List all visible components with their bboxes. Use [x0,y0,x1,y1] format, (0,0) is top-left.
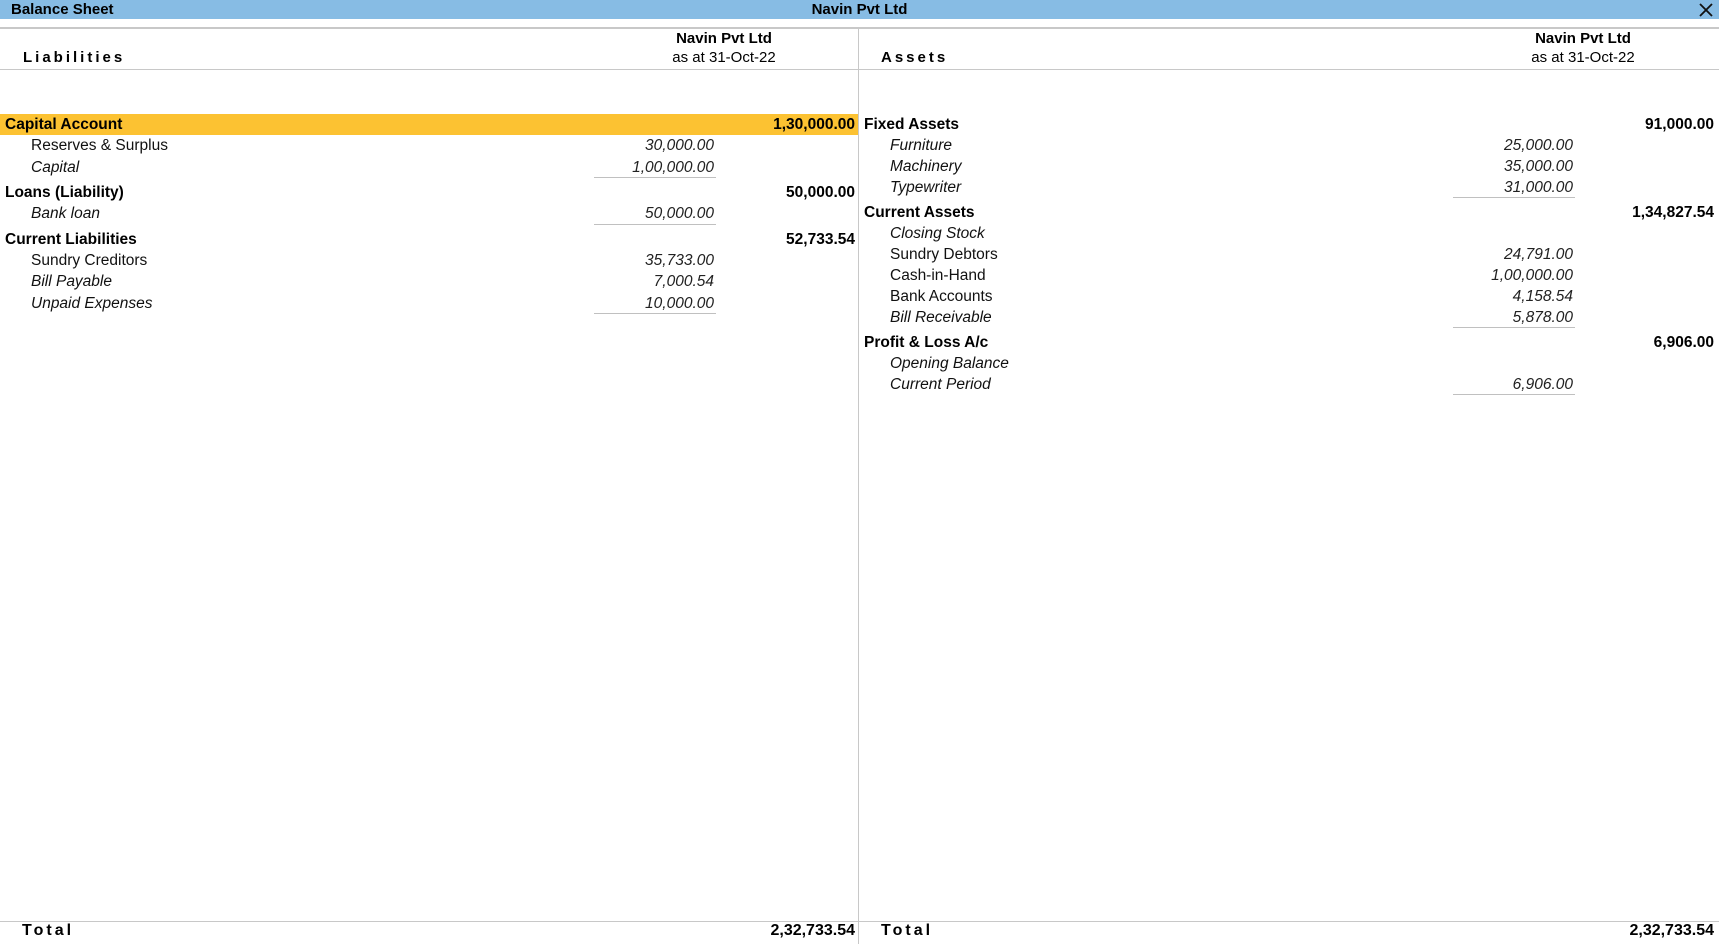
ledger-row[interactable]: Bank loan 50,000.00 [0,203,858,224]
group-total: 52,733.54 [786,230,855,248]
ledger-amount: 1,00,000.00 [1491,267,1573,284]
assets-total-value: 2,32,733.54 [1629,922,1714,939]
ledger-name: Bill Payable [31,273,112,290]
liabilities-total-label: Total [22,922,75,939]
ledger-row[interactable]: Closing Stock [859,223,1719,244]
group-total: 91,000.00 [1645,116,1714,133]
group-row[interactable]: Capital Account 1,30,000.00 [0,114,858,135]
ledger-row[interactable]: Current Period 6,906.00 [859,374,1719,395]
ledger-name: Opening Balance [890,355,1009,372]
ledger-row[interactable]: Cash-in-Hand 1,00,000.00 [859,265,1719,286]
ledger-amount: 35,000.00 [1504,158,1573,175]
liabilities-column-header: Navin Pvt Ltd as at 31-Oct-22 [624,29,824,67]
header-top-divider [0,27,1719,29]
subtotal-underline [1453,197,1575,198]
group-total: 6,906.00 [1653,334,1714,351]
group-name: Fixed Assets [864,116,960,133]
ledger-name: Sundry Creditors [31,251,148,269]
ledger-name: Furniture [890,137,953,154]
liabilities-column-company: Navin Pvt Ltd [676,30,772,47]
liabilities-heading: Liabilities [23,49,126,66]
company-name: Navin Pvt Ltd [811,1,908,18]
group-name: Capital Account [5,116,123,133]
assets-column-header: Navin Pvt Ltd as at 31-Oct-22 [1483,29,1683,67]
group-row[interactable]: Profit & Loss A/c 6,906.00 [859,332,1719,353]
group-name: Profit & Loss A/c [864,334,989,351]
group-row[interactable]: Current Assets 1,34,827.54 [859,202,1719,223]
ledger-name: Machinery [890,158,962,175]
assets-heading: Assets [881,49,949,66]
group-name: Loans (Liability) [5,184,124,201]
ledger-row[interactable]: Bill Receivable 5,878.00 [859,307,1719,328]
header-bottom-divider [0,69,1719,70]
ledger-amount: 1,00,000.00 [632,158,714,176]
ledger-name: Capital [31,158,80,176]
ledger-amount: 6,906.00 [1512,376,1573,393]
ledger-name: Bill Receivable [890,309,992,326]
ledger-name: Current Period [890,376,991,393]
ledger-amount: 25,000.00 [1504,137,1573,154]
ledger-amount: 4,158.54 [1512,288,1573,305]
ledger-row[interactable]: Bill Payable 7,000.54 [0,271,858,292]
ledger-name: Typewriter [890,179,962,196]
subtotal-underline [594,313,716,314]
ledger-amount: 31,000.00 [1504,179,1573,196]
ledger-name: Reserves & Surplus [31,137,168,154]
group-row[interactable]: Current Liabilities 52,733.54 [0,229,858,250]
ledger-name: Cash-in-Hand [890,267,986,284]
liabilities-total-value: 2,32,733.54 [770,922,855,939]
subtotal-underline [594,223,716,225]
ledger-row[interactable]: Sundry Creditors 35,733.00 [0,250,858,271]
ledger-row[interactable]: Reserves & Surplus 30,000.00 [0,135,858,156]
ledger-row[interactable]: Typewriter 31,000.00 [859,177,1719,198]
ledger-row[interactable]: Unpaid Expenses 10,000.00 [0,293,858,314]
group-name: Current Liabilities [5,230,137,248]
ledger-row[interactable]: Furniture 25,000.00 [859,135,1719,156]
ledger-name: Unpaid Expenses [31,294,153,312]
ledger-row[interactable]: Bank Accounts 4,158.54 [859,286,1719,307]
close-icon [1699,2,1713,17]
ledger-amount: 24,791.00 [1504,246,1573,263]
ledger-name: Closing Stock [890,225,985,242]
group-total: 1,34,827.54 [1632,204,1714,221]
ledger-name: Sundry Debtors [890,246,998,263]
assets-column-period: as at 31-Oct-22 [1531,49,1635,66]
group-row[interactable]: Loans (Liability) 50,000.00 [0,182,858,203]
subtotal-underline [1453,327,1575,328]
title-bar: Balance Sheet Navin Pvt Ltd [0,0,1719,19]
ledger-amount: 50,000.00 [645,205,714,222]
ledger-name: Bank Accounts [890,288,993,305]
ledger-row[interactable]: Opening Balance [859,353,1719,374]
ledger-row[interactable]: Machinery 35,000.00 [859,156,1719,177]
group-total: 1,30,000.00 [773,116,855,133]
liabilities-column-period: as at 31-Oct-22 [672,49,776,66]
close-button[interactable] [1697,0,1715,19]
subtotal-underline [1453,394,1575,395]
ledger-amount: 5,878.00 [1512,309,1573,326]
ledger-amount: 30,000.00 [645,137,714,154]
subtotal-underline [594,177,716,178]
ledger-row[interactable]: Capital 1,00,000.00 [0,157,858,178]
group-name: Current Assets [864,204,975,221]
ledger-amount: 7,000.54 [653,273,714,290]
ledger-name: Bank loan [31,205,100,222]
ledger-row[interactable]: Sundry Debtors 24,791.00 [859,244,1719,265]
group-row[interactable]: Fixed Assets 91,000.00 [859,114,1719,135]
assets-total-label: Total [881,922,934,939]
footer-top-divider [0,921,1719,922]
ledger-amount: 10,000.00 [645,294,714,312]
group-total: 50,000.00 [786,184,855,201]
assets-column-company: Navin Pvt Ltd [1535,30,1631,47]
ledger-amount: 35,733.00 [645,251,714,269]
